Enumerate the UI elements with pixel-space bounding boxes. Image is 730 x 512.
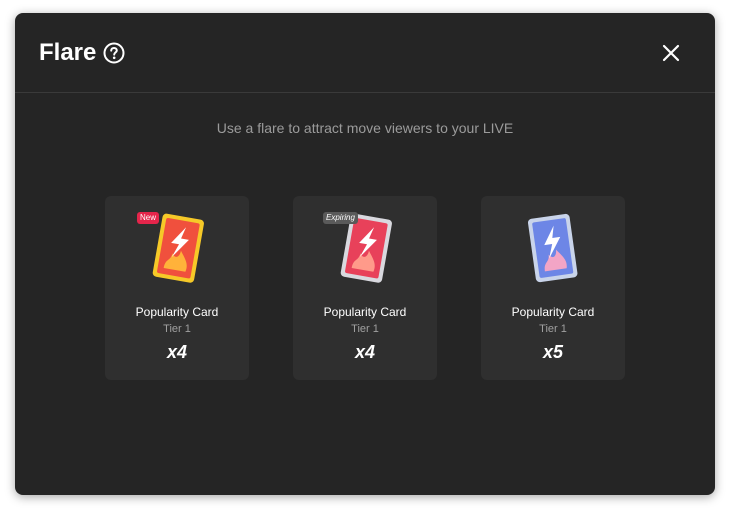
popularity-card-blue-icon xyxy=(527,213,578,283)
popularity-card-item[interactable]: Expiring Popularity Card Tier 1 x4 xyxy=(293,196,437,380)
card-tier: Tier 1 xyxy=(163,323,191,335)
card-name: Popularity Card xyxy=(511,305,595,319)
popularity-card-item[interactable]: Popularity Card Tier 1 x5 xyxy=(481,196,625,380)
card-tier: Tier 1 xyxy=(351,323,379,335)
card-name: Popularity Card xyxy=(323,305,407,319)
expiring-badge: Expiring xyxy=(323,212,358,224)
modal-title: Flare xyxy=(39,39,97,66)
flare-modal: Flare Use a flare to attract move viewer… xyxy=(15,13,715,495)
card-count: x4 xyxy=(166,342,188,362)
question-circle-icon[interactable] xyxy=(103,42,125,64)
modal-header: Flare xyxy=(15,13,715,93)
card-name: Popularity Card xyxy=(135,305,219,319)
popularity-card-item[interactable]: New Popularity Card Tier 1 x4 xyxy=(105,196,249,380)
modal-subtitle: Use a flare to attract move viewers to y… xyxy=(216,120,514,136)
card-count: x4 xyxy=(354,342,376,362)
new-badge: New xyxy=(137,212,160,224)
close-icon[interactable] xyxy=(659,41,683,65)
card-tier: Tier 1 xyxy=(539,323,567,335)
card-list: New Popularity Card Tier 1 x4 Expiring P… xyxy=(15,196,715,380)
card-count: x5 xyxy=(542,342,564,362)
